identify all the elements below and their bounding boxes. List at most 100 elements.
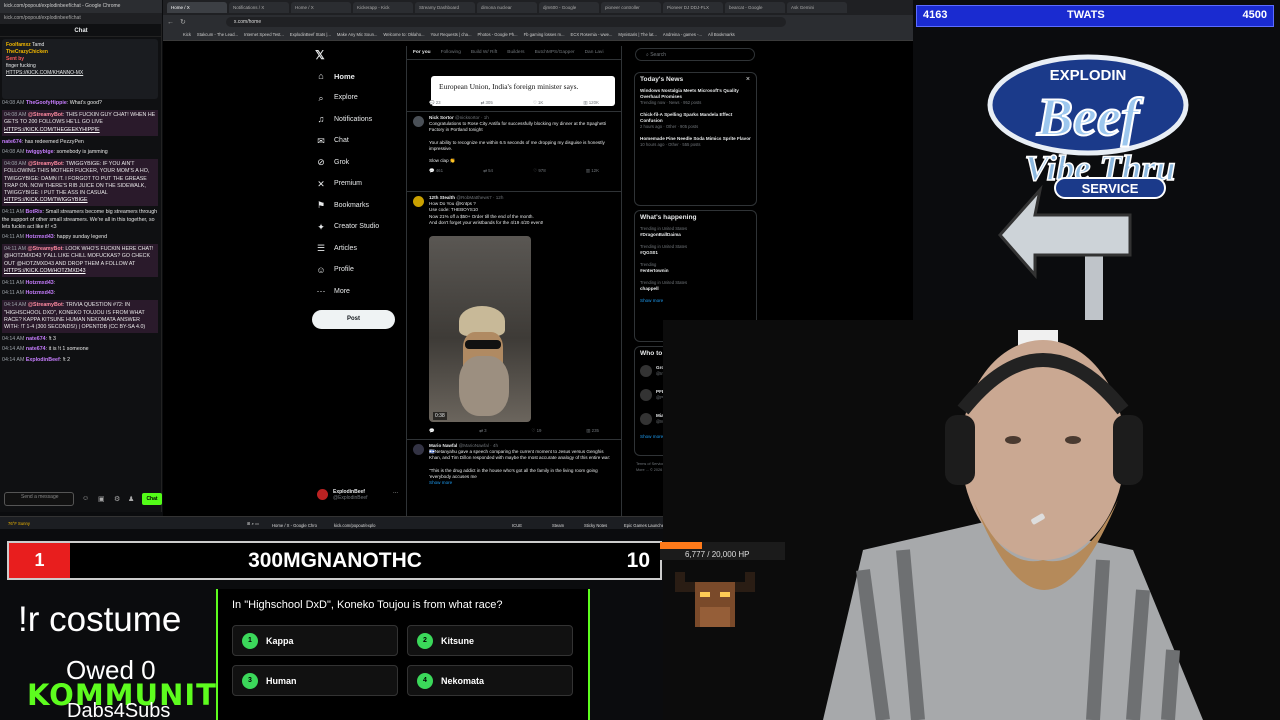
like-count[interactable]: ♡ 1K [533, 100, 544, 106]
message-user[interactable]: @StreamyBot [28, 302, 63, 308]
message-user[interactable]: nate674 [26, 336, 46, 342]
taskbar-app[interactable]: Sticky Notes [584, 520, 607, 530]
avatar[interactable] [413, 444, 424, 455]
emote-icon[interactable]: ☺ [82, 495, 89, 502]
tweet[interactable]: Nick Sortor @nicksortor · 1h Congratulat… [407, 112, 621, 192]
show-more-link[interactable]: Show more [429, 480, 615, 486]
avatar[interactable] [640, 413, 652, 425]
news-item[interactable]: Homemade Pine Needle Soda Mimics Sprite … [635, 133, 756, 151]
browser-tab[interactable]: bearcat - Google [725, 2, 785, 13]
nav-articles[interactable]: ☰ Articles [316, 241, 357, 255]
tab-timeline[interactable]: Following [441, 50, 461, 55]
taskbar-app[interactable]: Steam [552, 520, 564, 530]
message-link[interactable]: HTTPS://KICK.COM/TWIGGYBIGE [4, 197, 88, 203]
reply-count[interactable]: 💬 [429, 428, 434, 434]
browser-tab[interactable]: Home / X [167, 2, 227, 13]
account-switcher[interactable]: ExplodinBeef @ExplodinBeef ··· [313, 484, 403, 506]
avatar[interactable] [640, 389, 652, 401]
message-user[interactable]: BotRix [25, 209, 42, 215]
chat-input[interactable]: Send a message [4, 492, 74, 506]
message-user[interactable]: @StreamyBot [28, 161, 63, 167]
message-user[interactable]: @StreamyBot [27, 246, 62, 252]
url-field[interactable]: x.com/home [225, 17, 786, 27]
taskbar-app[interactable]: ICUE [512, 520, 522, 530]
bookmark[interactable]: Stakcum - The Lead... [197, 32, 238, 37]
avatar[interactable] [413, 116, 424, 127]
settings-icon[interactable]: ⚙ [114, 495, 120, 503]
news-item[interactable]: Windows Nostalgia Meets Microsoft's Qual… [635, 85, 756, 109]
message-user[interactable]: @StreamyBot [28, 112, 63, 118]
close-icon[interactable]: × [746, 76, 750, 83]
browser-tab[interactable]: Home / X [291, 2, 351, 13]
browser-tab[interactable]: Streamy Dashboard [415, 2, 475, 13]
taskbar-app[interactable]: Home / X - Google Chro [272, 520, 317, 530]
tweet-author[interactable]: 12th Stealth [429, 195, 455, 200]
browser-tab[interactable]: Ask Gemini [787, 2, 847, 13]
repost-count[interactable]: ⇄ 54 [483, 168, 493, 174]
browser-tab[interactable]: pioneer controller [601, 2, 661, 13]
chat-send-button[interactable]: Chat [142, 493, 162, 505]
bookmark[interactable]: Kick [183, 32, 191, 37]
like-count[interactable]: ♡ 19 [531, 428, 541, 434]
message-user[interactable]: nate674 [26, 346, 46, 352]
tweet-author[interactable]: Mario Nawfal [429, 443, 457, 448]
trend-item[interactable]: Trending in United States chappell [635, 277, 756, 295]
browser-tab[interactable]: djm600 - Google [539, 2, 599, 13]
bookmark[interactable]: Andreina - games -... [663, 32, 702, 37]
message-user[interactable]: nate674 [2, 139, 22, 145]
tweet[interactable]: 12th Stealth @RobMatthews7 · 12h How Do … [407, 192, 621, 440]
back-icon[interactable]: ← [167, 19, 174, 26]
browser-tab[interactable]: dimona nuclear [477, 2, 537, 13]
start-icon[interactable]: ⊞ ⌕ ▭ [247, 518, 259, 528]
nav-premium[interactable]: ✕ Premium [316, 177, 362, 191]
tab-timeline[interactable]: Dan Lavi [585, 50, 604, 55]
message-link[interactable]: HTTPS://KICK.COM/THEGEEKYHIPPIE [4, 127, 100, 133]
trend-item[interactable]: Trending #entertownin [635, 259, 756, 277]
nav-bookmarks[interactable]: ⚑ Bookmarks [316, 198, 369, 212]
bookmark[interactable]: Fb gaming losses m... [524, 32, 565, 37]
tweet-video[interactable]: 0:38 [429, 236, 531, 422]
bookmark[interactable]: Photos - Google Ph... [478, 32, 518, 37]
nav-profile[interactable]: ☺ Profile [316, 263, 353, 277]
nav-creator-studio[interactable]: ✦ Creator Studio [316, 220, 379, 234]
browser-tab[interactable]: Kickerapp - Kick [353, 2, 413, 13]
weather-widget[interactable]: 76°F Sunny [8, 518, 30, 528]
pinned-link[interactable]: HTTPS://KICK.COM/KHANNO-MX [6, 70, 154, 77]
browser-tab[interactable]: Notifications / X [229, 2, 289, 13]
nav-grok[interactable]: ⊘ Grok [316, 155, 349, 169]
nav-more[interactable]: ⋯ More [316, 284, 350, 298]
bookmark[interactable]: Mynistaris | The lat... [618, 32, 656, 37]
tab-timeline[interactable]: Build W/ Rift [471, 50, 497, 55]
trend-item[interactable]: Trending in United States #DragonBallDaim… [635, 223, 756, 241]
repost-count[interactable]: ⇄ 305 [481, 100, 493, 106]
bookmark[interactable]: Welcome to: Oklaho... [383, 32, 424, 37]
message-link[interactable]: HTTPS://KICK.COM/HOTZMXD43 [4, 268, 86, 274]
news-item[interactable]: Chick-fil-A Spelling Sparks Mandela Effe… [635, 109, 756, 133]
tweet[interactable]: Mario Nawfal @MarioNawfal · 4h 🇮🇱Netanya… [407, 440, 621, 516]
tab-timeline[interactable]: Builders [507, 50, 524, 55]
show-more-link[interactable]: Show more [635, 295, 756, 309]
nav-chat[interactable]: ✉ Chat [316, 134, 349, 148]
nav-home[interactable]: ⌂ Home [316, 69, 355, 83]
message-user[interactable]: Hotzmxd43 [25, 280, 53, 286]
bookmark[interactable]: ExplodinBeef Stats |... [290, 32, 331, 37]
message-user[interactable]: Hotzmxd43 [25, 234, 53, 240]
taskbar-app[interactable]: Epic Games Launcher [624, 520, 665, 530]
message-user[interactable]: twiggybige [26, 149, 54, 155]
gift-icon[interactable]: ▣ [98, 495, 105, 503]
reload-icon[interactable]: ↻ [180, 18, 186, 26]
nav-notifications[interactable]: ♫ Notifications [316, 112, 373, 126]
avatar[interactable] [640, 365, 652, 377]
footer-link[interactable]: More ... [636, 468, 649, 472]
trend-item[interactable]: Trending in United States #QGS01 [635, 241, 756, 259]
tab-timeline[interactable]: ButchMPS/Gapper [535, 50, 575, 55]
quoted-tweet[interactable]: European Union, India's foreign minister… [407, 60, 621, 112]
avatar[interactable] [413, 196, 424, 207]
view-count[interactable]: ▥ 12K [586, 168, 599, 174]
bookmark[interactable]: ECX Rosemia - wwe... [571, 32, 613, 37]
browser-tab[interactable]: Pioneer DJ DDJ-FLX [663, 2, 723, 13]
footer-link[interactable]: Terms of Service [636, 462, 664, 466]
bookmark[interactable]: Make Any Mic Soun... [337, 32, 378, 37]
like-count[interactable]: ♡ 978 [533, 168, 545, 174]
users-icon[interactable]: ♟ [128, 495, 134, 503]
